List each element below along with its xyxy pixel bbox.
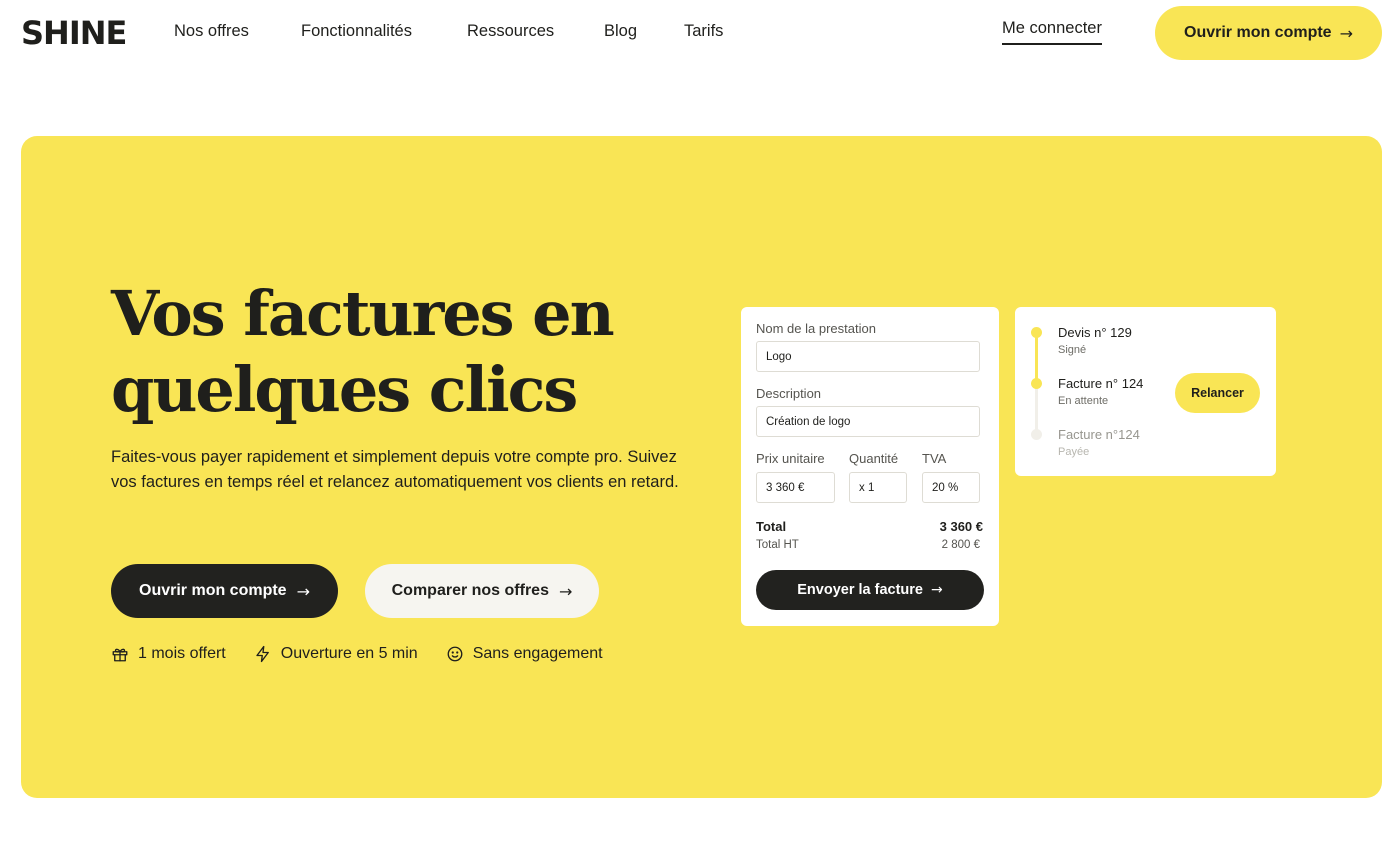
- compare-offers-button[interactable]: Comparer nos offres →: [365, 564, 599, 618]
- perks-list: 1 mois offert Ouverture en 5 min Sans en…: [111, 645, 631, 663]
- invoice-status-card: Devis n° 129 Signé Facture n° 124 En att…: [1015, 307, 1276, 476]
- total-ht-value: 2 800 €: [941, 539, 980, 551]
- open-account-header-label: Ouvrir mon compte: [1184, 24, 1332, 41]
- status-item-state: Signé: [1058, 344, 1087, 356]
- open-account-header-button[interactable]: Ouvrir mon compte →: [1155, 6, 1382, 60]
- status-item-title: Facture n° 124: [1058, 376, 1144, 391]
- vat-field[interactable]: 20 %: [922, 472, 980, 503]
- site-header: SHINE Nos offres Fonctionnalités Ressour…: [0, 0, 1400, 64]
- total-ht-label: Total HT: [756, 539, 799, 551]
- arrow-right-icon: →: [1339, 23, 1353, 43]
- perk-no-commitment: Sans engagement: [446, 645, 603, 663]
- nav-item-fonctionnalites[interactable]: Fonctionnalités: [301, 22, 412, 41]
- perk-label: Sans engagement: [472, 645, 603, 662]
- nav-item-ressources[interactable]: Ressources: [467, 22, 554, 41]
- compare-offers-label: Comparer nos offres: [391, 582, 549, 599]
- perk-label: Ouverture en 5 min: [280, 645, 418, 662]
- send-invoice-label: Envoyer la facture: [797, 582, 923, 598]
- arrow-right-icon: →: [558, 581, 573, 601]
- shine-logo[interactable]: SHINE: [21, 14, 127, 52]
- timeline-line-done: [1035, 332, 1038, 384]
- description-field[interactable]: Création de logo: [756, 406, 980, 437]
- timeline-line-pending: [1035, 384, 1038, 432]
- quantity-field[interactable]: x 1: [849, 472, 907, 503]
- hero-section: Vos factures en quelques clics Faites-vo…: [21, 136, 1382, 798]
- nav-item-offres[interactable]: Nos offres: [174, 22, 249, 41]
- vat-label: TVA: [922, 451, 947, 466]
- total-label: Total: [756, 519, 787, 534]
- open-account-label: Ouvrir mon compte: [139, 582, 287, 599]
- status-item-state: En attente: [1058, 395, 1109, 407]
- gift-icon: [112, 648, 128, 662]
- arrow-right-icon: →: [296, 581, 310, 601]
- open-account-button[interactable]: Ouvrir mon compte →: [111, 564, 338, 618]
- status-timeline: [1031, 327, 1042, 440]
- hero-title: Vos factures en quelques clics: [111, 276, 671, 428]
- timeline-dot-signed: [1031, 327, 1042, 338]
- unit-price-label: Prix unitaire: [756, 451, 825, 466]
- quantity-label: Quantité: [849, 451, 899, 466]
- hero-subtitle: Faites-vous payer rapidement et simpleme…: [111, 448, 679, 491]
- arrow-right-icon: →: [931, 582, 943, 598]
- perk-free-month: 1 mois offert: [111, 645, 226, 663]
- timeline-dot-pending: [1031, 378, 1042, 389]
- login-link[interactable]: Me connecter: [1002, 19, 1102, 45]
- send-invoice-button[interactable]: Envoyer la facture →: [756, 570, 984, 610]
- status-item-title: Devis n° 129: [1058, 325, 1132, 340]
- lightning-icon: [256, 645, 269, 663]
- invoice-form-card: Nom de la prestation Logo Description Cr…: [741, 307, 999, 626]
- timeline-dot-paid: [1031, 429, 1042, 440]
- total-value: 3 360 €: [939, 519, 983, 534]
- perk-label: 1 mois offert: [138, 645, 226, 662]
- description-label: Description: [756, 386, 822, 401]
- status-item-state: Payée: [1058, 446, 1090, 458]
- nav-item-tarifs[interactable]: Tarifs: [684, 22, 723, 41]
- service-name-label: Nom de la prestation: [756, 321, 876, 336]
- remind-button[interactable]: Relancer: [1175, 373, 1260, 413]
- status-item-title: Facture n°124: [1058, 427, 1140, 442]
- nav-item-blog[interactable]: Blog: [604, 22, 637, 41]
- hero-title-line-1: Vos factures en: [111, 277, 615, 350]
- service-name-field[interactable]: Logo: [756, 341, 980, 372]
- hero-title-line-2: quelques clics: [111, 353, 578, 426]
- smiley-icon: [447, 646, 463, 662]
- perk-fast-opening: Ouverture en 5 min: [254, 645, 418, 663]
- unit-price-field[interactable]: 3 360 €: [756, 472, 835, 503]
